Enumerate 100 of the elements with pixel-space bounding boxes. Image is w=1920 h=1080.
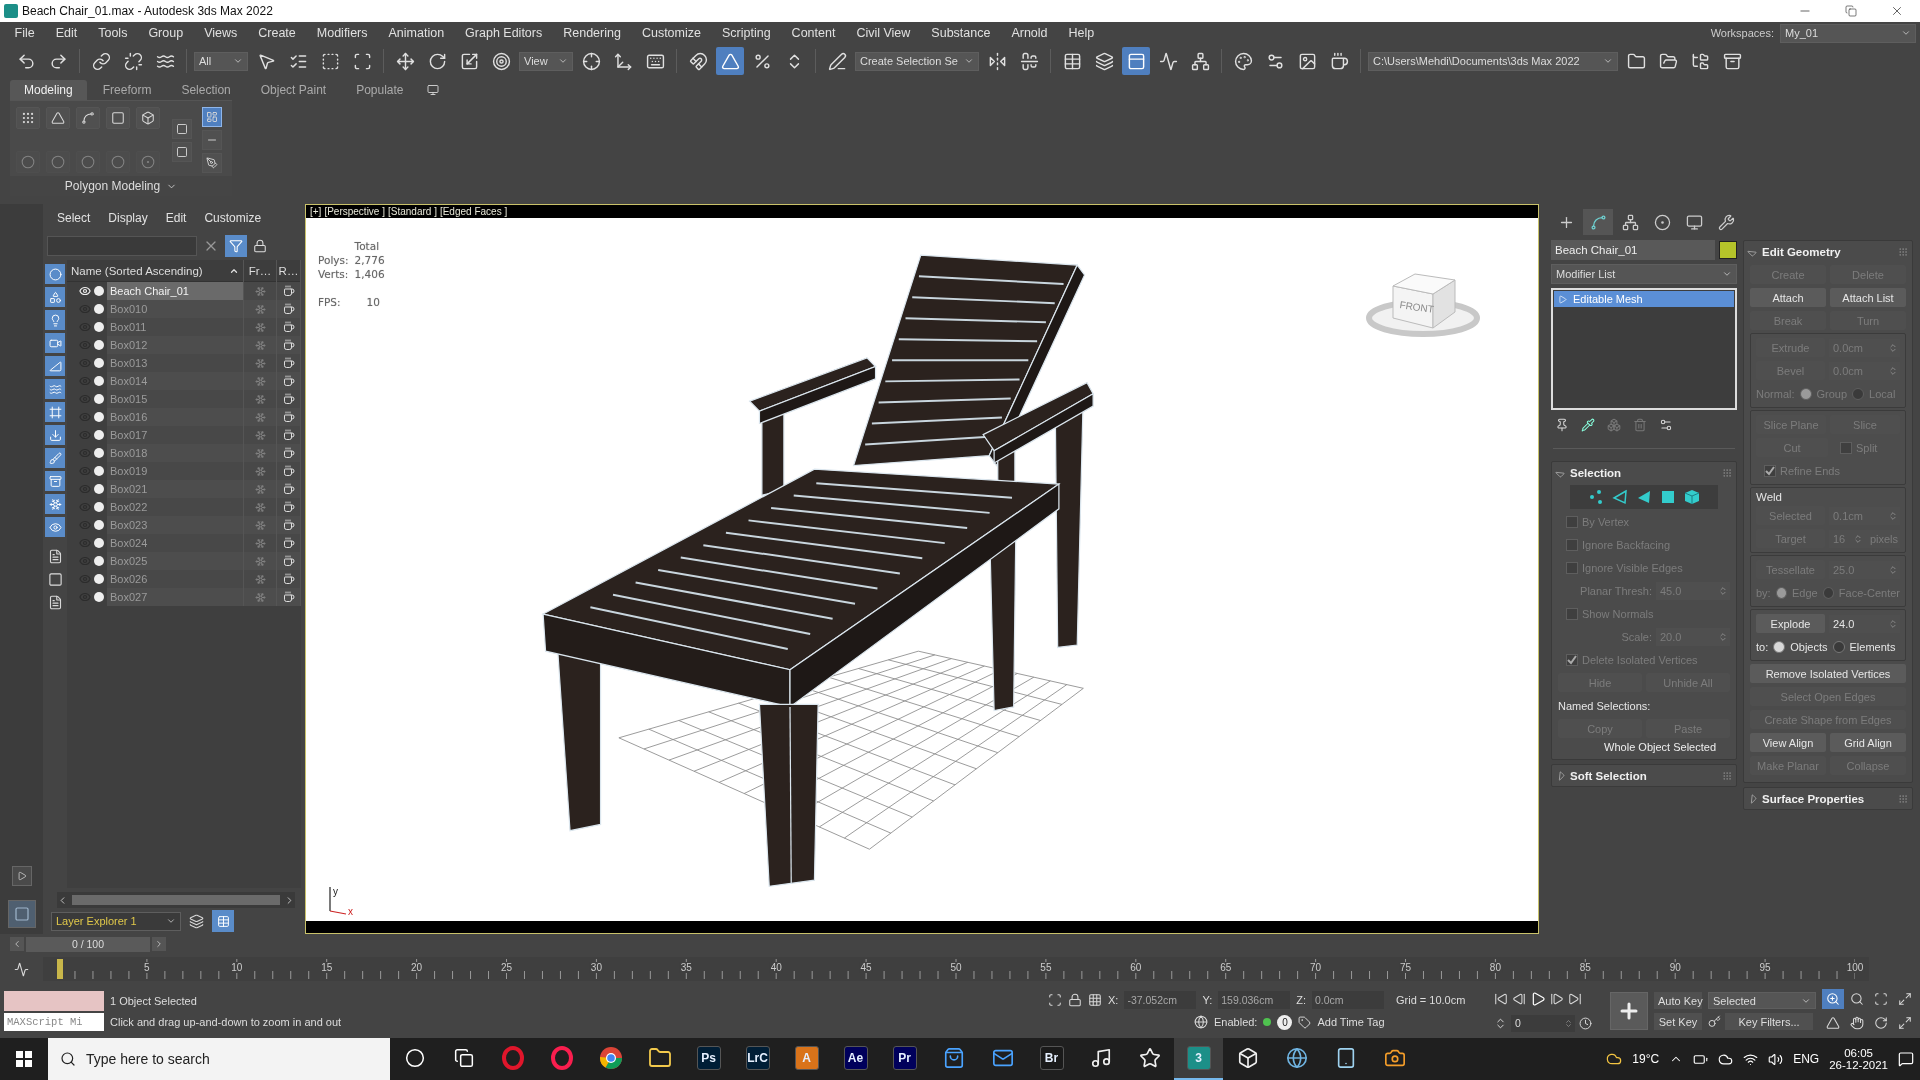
toolbar-dropdown[interactable]: C:\Users\Mehdi\Documents\3ds Max 2022 (1368, 51, 1618, 71)
object-name[interactable]: Box021 (107, 480, 244, 498)
app-tile: Br (1039, 1046, 1064, 1070)
object-name[interactable]: Box017 (107, 426, 244, 444)
ribbon-tab[interactable]: Modeling (10, 80, 87, 100)
object-name[interactable]: Box022 (107, 498, 244, 516)
object-name[interactable]: Box011 (107, 318, 244, 336)
toolbar-dropdown[interactable]: All (194, 51, 248, 71)
taskbar-app-button[interactable]: Br (1027, 1038, 1076, 1080)
object-name[interactable]: Box018 (107, 444, 244, 462)
taskbar-app-button[interactable]: A (782, 1038, 831, 1080)
command-button[interactable]: Explode (1756, 614, 1825, 633)
coordinate-field[interactable]: 0.0cm (1312, 991, 1384, 1009)
menu-item[interactable]: Modifiers (306, 26, 378, 40)
toolbar-dropdown[interactable]: View (519, 51, 573, 71)
toolbar-dropdown[interactable]: Create Selection Se (855, 51, 979, 71)
workspace-dropdown[interactable]: My_01 (1780, 23, 1916, 43)
taskbar-app-button[interactable]: Ps (684, 1038, 733, 1080)
object-name[interactable]: Beach Chair_01 (107, 282, 244, 300)
set-key-button[interactable]: Set Key (1654, 1013, 1702, 1030)
ribbon-panel-label[interactable]: Polygon Modeling (10, 176, 232, 196)
menu-item[interactable]: Arnold (1000, 26, 1059, 40)
command-button[interactable]: Attach List (1830, 288, 1906, 307)
rollout-header[interactable]: Soft Selection (1552, 765, 1736, 786)
rollout-header[interactable]: Selection (1552, 462, 1736, 483)
object-name-field[interactable]: Beach Chair_01 (1551, 240, 1715, 260)
explorer-menu-item[interactable]: Display (108, 211, 148, 225)
object-name[interactable]: Box016 (107, 408, 244, 426)
column-header[interactable]: Fr… (244, 259, 277, 282)
menu-item[interactable]: File (4, 26, 46, 40)
object-name[interactable]: Box013 (107, 354, 244, 372)
key-mode-dropdown[interactable]: Selected (1708, 992, 1816, 1009)
menu-item[interactable]: Tools (87, 26, 138, 40)
object-name[interactable]: Box012 (107, 336, 244, 354)
ribbon-tab[interactable]: Populate (342, 80, 418, 100)
object-name[interactable]: Box010 (107, 300, 244, 318)
command-button[interactable]: View Align (1750, 733, 1826, 752)
taskbar-search-field[interactable]: Type here to search (48, 1038, 390, 1080)
maxscript-listener-field[interactable]: MAXScript Mi (4, 1013, 104, 1031)
stats-value: 2,776 (354, 254, 385, 266)
menu-item[interactable]: Civil View (845, 26, 921, 40)
object-name[interactable]: Box025 (107, 552, 244, 570)
rollout-header[interactable]: Edit Geometry (1744, 241, 1912, 262)
view-cube-label: FRONT (1398, 299, 1435, 315)
menu-item[interactable]: Scripting (711, 26, 782, 40)
menu-item[interactable]: Animation (378, 26, 455, 40)
taskbar-app-button[interactable]: Pr (880, 1038, 929, 1080)
rollout-header[interactable]: Surface Properties (1744, 788, 1912, 809)
coordinate-field[interactable]: 159.036cm (1218, 991, 1291, 1009)
coordinate-field[interactable]: -37.052cm (1124, 991, 1197, 1009)
command-button[interactable]: Remove Isolated Vertices (1750, 664, 1906, 683)
frame-number: 40 (769, 962, 783, 973)
layer-dropdown[interactable]: Layer Explorer 1 (51, 911, 181, 931)
menu-item[interactable]: Substance (920, 26, 1001, 40)
command-button[interactable]: Attach (1750, 288, 1826, 307)
language-indicator[interactable]: ENG (1793, 1052, 1820, 1066)
menu-item[interactable]: Views (193, 26, 248, 40)
add-time-tag-link[interactable]: Add Time Tag (1317, 1016, 1385, 1028)
explorer-menu-item[interactable]: Select (57, 211, 91, 225)
menu-item[interactable]: Content (781, 26, 846, 40)
explorer-menu-item[interactable]: Customize (204, 211, 262, 225)
object-name[interactable]: Box024 (107, 534, 244, 552)
command-button[interactable]: Grid Align (1830, 733, 1906, 752)
group-title: Weld (1756, 491, 1783, 503)
column-header[interactable]: R… (277, 259, 301, 282)
object-name[interactable]: Box023 (107, 516, 244, 534)
taskbar-app-button[interactable]: Ae (831, 1038, 880, 1080)
menu-item[interactable]: Create (247, 26, 307, 40)
frame-number: 100 (1845, 962, 1865, 973)
menu-item[interactable]: Rendering (552, 26, 632, 40)
key-filters-button[interactable]: Key Filters... (1725, 1013, 1813, 1030)
menu-item[interactable]: Help (1058, 26, 1105, 40)
object-name[interactable]: Box019 (107, 462, 244, 480)
viewport-menu-label[interactable]: [Perspective ] (324, 206, 385, 217)
menu-item[interactable]: Edit (45, 26, 88, 40)
object-name[interactable]: Box026 (107, 570, 244, 588)
taskbar-app-button[interactable]: LrC (733, 1038, 782, 1080)
ribbon-tab[interactable]: Object Paint (246, 80, 341, 100)
frame-field[interactable]: 0 (1511, 1014, 1575, 1032)
menu-item[interactable]: Customize (631, 26, 712, 40)
modifier-list-dropdown[interactable]: Modifier List (1551, 264, 1737, 284)
frame-number: 35 (679, 962, 693, 973)
taskbar-app-button[interactable]: 3 (1174, 1038, 1223, 1080)
frame-number: 10 (230, 962, 244, 973)
menu-item[interactable]: Group (137, 26, 194, 40)
object-name[interactable]: Box014 (107, 372, 244, 390)
object-name[interactable]: Box015 (107, 390, 244, 408)
ribbon-tab[interactable]: Freeform (88, 80, 166, 100)
viewport-menu-label[interactable]: [Edged Faces ] (439, 206, 508, 217)
explorer-menu-item[interactable]: Edit (165, 211, 187, 225)
timeline-ruler[interactable]: 5 10 15 20 25 30 35 40 45 50 55 60 65 70 75 80 85 90 95 100 (43, 957, 1869, 981)
menu-item[interactable]: Graph Editors (454, 26, 553, 40)
time-slider-thumb[interactable]: 0 / 100 (26, 936, 150, 952)
modifier-stack-item[interactable]: Editable Mesh (1554, 291, 1734, 307)
column-header[interactable]: Name (Sorted Ascending) (67, 259, 244, 282)
object-name[interactable]: Box027 (107, 588, 244, 606)
viewport-menu-label[interactable]: [Standard ] (388, 206, 437, 217)
ribbon-tab[interactable]: Selection (167, 80, 245, 100)
viewport-menu-label[interactable]: [+] (310, 206, 322, 217)
auto-key-button[interactable]: Auto Key (1654, 992, 1702, 1009)
